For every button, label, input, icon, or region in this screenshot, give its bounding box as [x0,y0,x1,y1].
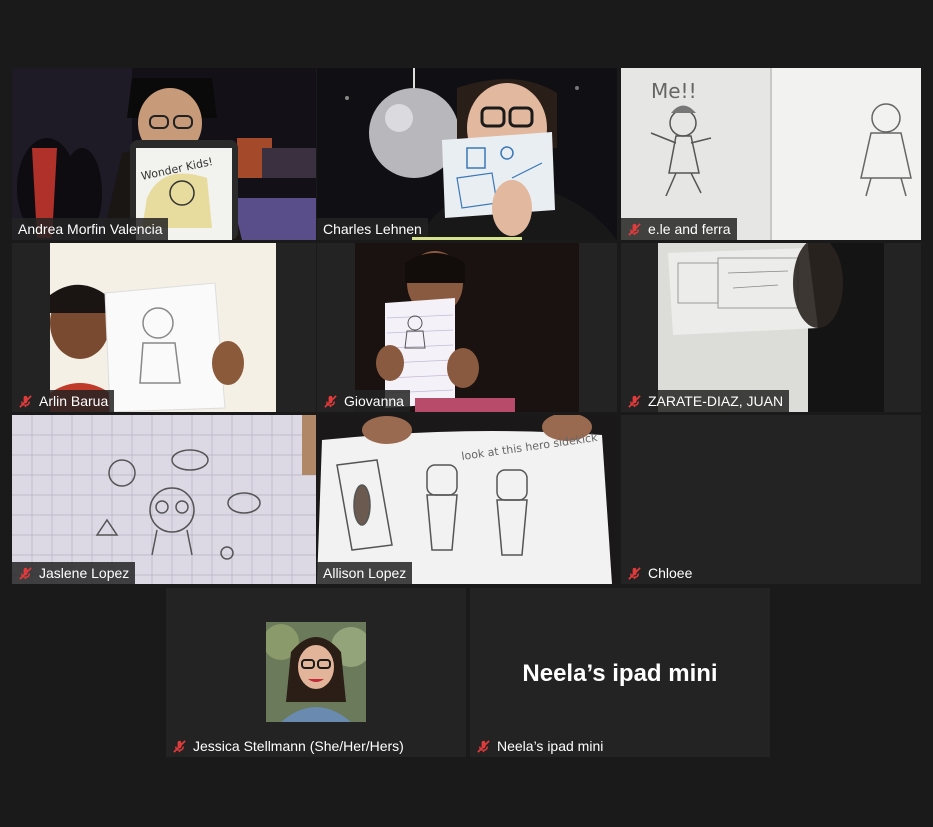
video-feed [355,243,579,412]
video-tile-jaslene[interactable]: Jaslene Lopez [12,415,316,584]
participant-name: Jessica Stellmann (She/Her/Hers) [193,738,404,754]
mic-muted-icon [628,394,641,408]
mic-muted-icon [173,739,186,753]
participant-name-tag: e.le and ferra [621,218,737,240]
participant-name: Giovanna [344,393,404,409]
participant-name: Jaslene Lopez [39,565,130,581]
participant-name: ZARATE-DIAZ, JUAN [648,393,784,409]
participant-name-tag: Jaslene Lopez [12,562,136,584]
participant-name-tag: Jessica Stellmann (She/Her/Hers) [166,735,410,757]
video-tile-neela[interactable]: Neela’s ipad mini Neela’s ipad mini [470,588,770,757]
video-tile-charles[interactable]: Charles Lehnen [317,68,617,240]
video-tile-giovanna[interactable]: Giovanna [317,243,617,412]
participant-name-tag: Giovanna [317,390,410,412]
video-feed [50,243,276,412]
participant-name-tag: Chloee [621,562,699,584]
participant-name: Allison Lopez [323,565,407,581]
participant-name: e.le and ferra [648,221,731,237]
mic-muted-icon [19,566,32,580]
video-feed: Me!! [621,68,921,240]
participant-name-tag: Arlin Barua [12,390,115,412]
participant-name-tag: Andrea Morfin Valencia [12,218,169,240]
participant-name: Neela’s ipad mini [497,738,604,754]
video-tile-allison[interactable]: look at this hero sidekick Allison Lopez [317,415,617,584]
participant-name: Charles Lehnen [323,221,422,237]
participant-name-tag: ZARATE-DIAZ, JUAN [621,390,790,412]
video-tile-zarate[interactable]: ZARATE-DIAZ, JUAN [621,243,921,412]
video-feed [658,243,884,412]
video-tile-ele[interactable]: Me!! e.le and ferra [621,68,921,240]
participant-name: Andrea Morfin Valencia [18,221,163,237]
video-tile-andrea[interactable]: Wonder Kids! Andrea Morfin Valencia [12,68,316,240]
profile-photo [266,622,366,722]
participant-placeholder-name: Neela’s ipad mini [522,660,718,687]
mic-muted-icon [19,394,32,408]
mic-muted-icon [324,394,337,408]
video-feed [12,415,316,584]
participant-name: Chloee [648,565,693,581]
video-tile-arlin[interactable]: Arlin Barua [12,243,316,412]
participant-name-tag: Allison Lopez [317,562,413,584]
active-speaker-indicator [412,237,522,240]
mic-muted-icon [628,566,641,580]
video-feed: look at this hero sidekick [317,415,617,584]
participant-name: Arlin Barua [39,393,109,409]
mic-muted-icon [628,222,641,236]
participant-name-tag: Neela’s ipad mini [470,735,610,757]
drawing-caption: Me!! [651,79,697,103]
video-tile-chloee[interactable]: Chloee [621,415,921,584]
video-feed [317,68,617,240]
video-tile-jessica[interactable]: Jessica Stellmann (She/Her/Hers) [166,588,466,757]
mic-muted-icon [477,739,490,753]
video-feed: Wonder Kids! [12,68,316,240]
